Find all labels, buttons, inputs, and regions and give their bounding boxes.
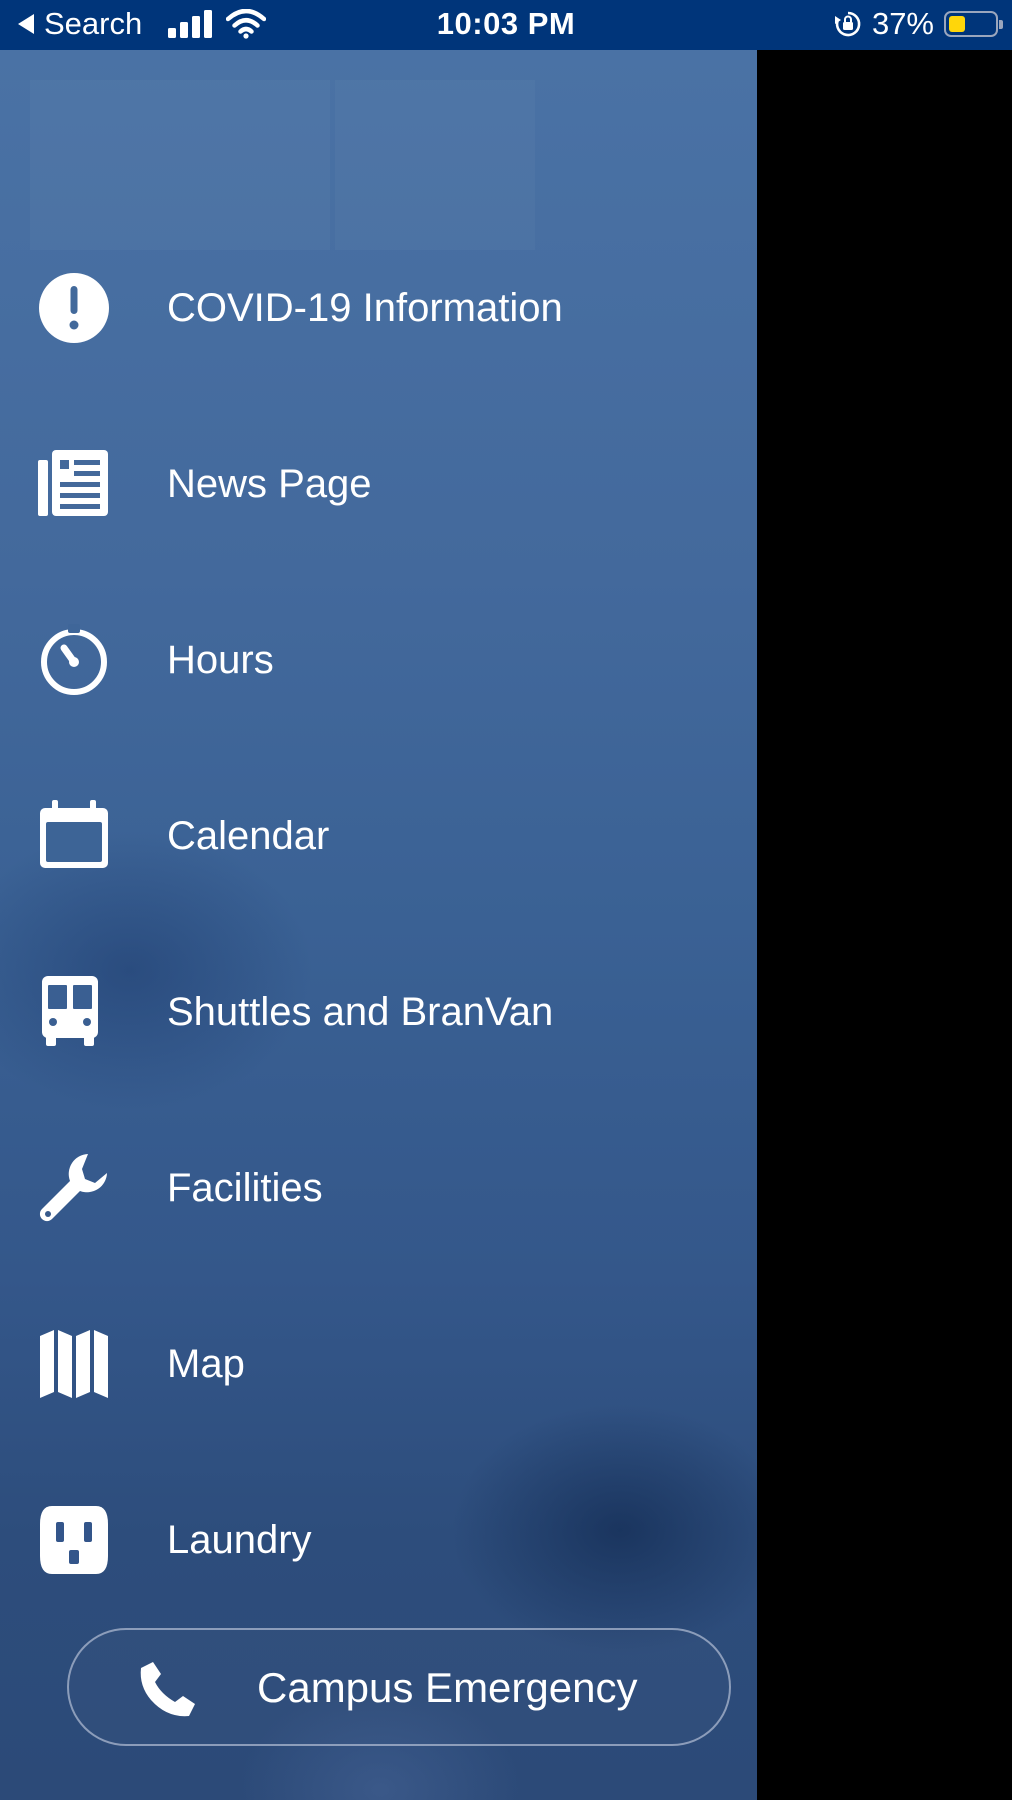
phone-icon	[137, 1660, 197, 1720]
menu-item-label: Map	[167, 1342, 245, 1386]
map-icon	[38, 1328, 110, 1400]
dimmed-content-overlay[interactable]	[757, 50, 1012, 1800]
status-right-group: 37%	[834, 6, 1003, 42]
menu-item-hours[interactable]: Hours	[0, 585, 757, 735]
menu-item-label: News Page	[167, 462, 372, 506]
app-screen: Search 10:03 PM 37% COVID-19 Information…	[0, 0, 1012, 1800]
timer-icon	[38, 624, 110, 696]
calendar-icon	[38, 800, 110, 872]
drawer-header	[30, 80, 630, 250]
menu-item-map[interactable]: Map	[0, 1289, 757, 1439]
menu-item-label: Hours	[167, 638, 274, 682]
menu-item-calendar[interactable]: Calendar	[0, 761, 757, 911]
battery-percent: 37%	[871, 6, 934, 41]
menu-item-shuttles-and-branvan[interactable]: Shuttles and BranVan	[0, 937, 757, 1087]
menu-item-label: Laundry	[167, 1518, 312, 1562]
menu-item-facilities[interactable]: Facilities	[0, 1113, 757, 1263]
alert-circle-icon	[38, 272, 110, 344]
navigation-drawer: COVID-19 Information News Page Hours Cal…	[0, 50, 757, 1800]
menu-item-news-page[interactable]: News Page	[0, 409, 757, 559]
menu-item-label: COVID-19 Information	[167, 286, 563, 330]
menu-item-covid-19-information[interactable]: COVID-19 Information	[0, 233, 757, 383]
battery-fill	[949, 16, 965, 32]
bus-icon	[38, 976, 110, 1048]
outlet-icon	[38, 1504, 110, 1576]
status-bar: Search 10:03 PM 37%	[0, 0, 1012, 50]
orientation-lock-icon	[834, 11, 861, 37]
campus-emergency-label: Campus Emergency	[257, 1664, 638, 1711]
battery-icon	[944, 11, 1003, 37]
wrench-icon	[38, 1152, 110, 1224]
menu-item-label: Shuttles and BranVan	[167, 990, 554, 1034]
campus-emergency-button[interactable]: Campus Emergency	[67, 1628, 731, 1746]
menu-item-label: Facilities	[167, 1166, 323, 1210]
newspaper-icon	[38, 448, 110, 520]
menu-item-laundry[interactable]: Laundry	[0, 1465, 757, 1615]
menu-item-label: Calendar	[167, 814, 330, 858]
